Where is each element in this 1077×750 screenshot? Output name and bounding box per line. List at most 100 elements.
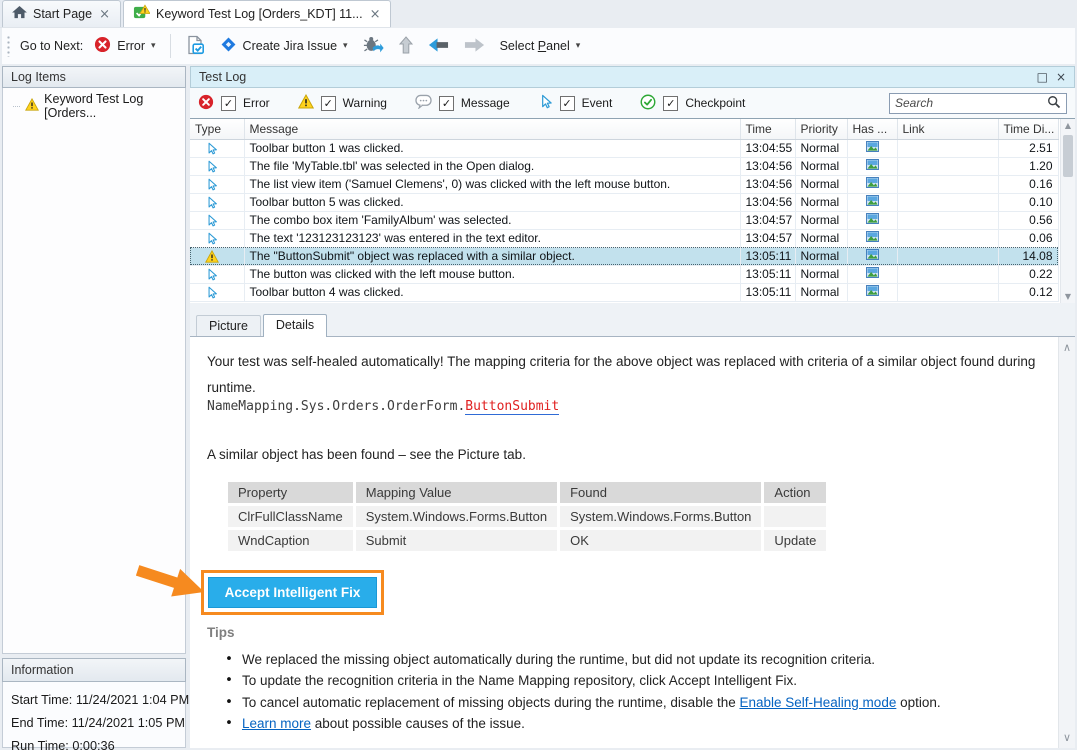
similar-object-message: A similar object has been found – see th… (207, 447, 526, 462)
filter-checkpoint: ✓ Checkpoint (640, 94, 745, 113)
information-title: Information (11, 663, 74, 677)
post-checkpoint-button[interactable] (181, 32, 209, 61)
warning-icon (298, 94, 314, 112)
toolbar: Go to Next: Error ▾ (2, 28, 1075, 64)
enable-self-healing-link[interactable]: Enable Self-Healing mode (739, 695, 896, 710)
tab-keyword-test-log[interactable]: Keyword Test Log [Orders_KDT] 11... × (123, 0, 391, 27)
column-header-type[interactable]: Type (190, 119, 244, 139)
close-icon[interactable]: × (1056, 70, 1066, 84)
property-row: WndCaption Submit OK Update (228, 530, 826, 551)
table-row[interactable]: The button was clicked with the left mou… (190, 265, 1058, 283)
column-header-has-picture[interactable]: Has ... (847, 119, 897, 139)
go-to-next-error-button[interactable]: Error ▾ (90, 33, 159, 59)
chevron-down-icon: ▾ (343, 41, 348, 51)
tab-start-page[interactable]: Start Page × (2, 0, 121, 27)
event-cursor-icon (205, 178, 218, 191)
table-row[interactable]: Toolbar button 5 was clicked.13:04:56Nor… (190, 193, 1058, 211)
close-icon[interactable]: × (98, 8, 111, 21)
details-panel: Your test was self-healed automatically!… (190, 337, 1058, 748)
select-panel-button[interactable]: Select Panel ▾ (496, 36, 585, 56)
table-row[interactable]: The list view item ('Samuel Clemens', 0)… (190, 175, 1058, 193)
self-healed-message: Your test was self-healed automatically!… (207, 349, 1045, 401)
run-time: Run Time: 0:00:36 (11, 735, 185, 750)
picture-icon (866, 249, 879, 263)
jump-to-bug-button[interactable] (359, 32, 388, 60)
maximize-icon[interactable]: □ (1037, 70, 1048, 84)
tab-label: Keyword Test Log [Orders_KDT] 11... (156, 7, 363, 21)
column-header-link[interactable]: Link (897, 119, 998, 139)
tab-picture[interactable]: Picture (196, 315, 261, 336)
mapping-prefix: NameMapping.Sys.Orders.OrderForm. (207, 399, 465, 414)
column-header-time-diff[interactable]: Time Di... (998, 119, 1058, 139)
column-header-message[interactable]: Message (244, 119, 740, 139)
col-action: Action (764, 482, 826, 503)
go-up-button[interactable] (395, 33, 417, 60)
go-back-button[interactable] (424, 34, 453, 59)
table-header-row: Type Message Time Priority Has ... Link … (190, 119, 1058, 139)
event-checkbox[interactable]: ✓ (560, 96, 575, 111)
scroll-down-icon[interactable]: ∨ (1059, 731, 1075, 744)
property-table-header: Property Mapping Value Found Action (228, 482, 826, 503)
column-header-time[interactable]: Time (740, 119, 795, 139)
tip-item: •To update the recognition criteria in t… (225, 670, 941, 691)
col-mapping-value: Mapping Value (356, 482, 557, 503)
document-check-icon (185, 35, 205, 58)
close-icon[interactable]: × (369, 8, 382, 21)
scroll-thumb[interactable] (1063, 135, 1073, 177)
tab-details[interactable]: Details (263, 314, 327, 337)
accept-intelligent-fix-button[interactable]: Accept Intelligent Fix (208, 577, 377, 608)
scroll-up-icon[interactable]: ∧ (1059, 341, 1075, 354)
error-icon (94, 36, 111, 56)
event-cursor-icon (205, 232, 218, 245)
start-time: Start Time: 11/24/2021 1:04 PM (11, 689, 185, 712)
tree-item-keyword-test-log[interactable]: Keyword Test Log [Orders... (3, 88, 185, 124)
search-icon[interactable] (1047, 95, 1061, 112)
mapping-object-link[interactable]: ButtonSubmit (465, 399, 559, 415)
event-cursor-icon (205, 268, 218, 281)
annotation-arrow-icon (136, 559, 208, 603)
property-row: ClrFullClassName System.Windows.Forms.Bu… (228, 506, 826, 527)
details-scrollbar[interactable]: ∧ ∨ (1058, 337, 1075, 748)
table-row[interactable]: Toolbar button 4 was clicked.13:05:11Nor… (190, 283, 1058, 301)
scroll-down-icon[interactable]: ▼ (1061, 292, 1075, 301)
tab-label: Start Page (33, 7, 92, 21)
search-input[interactable] (895, 96, 1047, 110)
picture-icon (866, 213, 879, 227)
go-forward-button[interactable] (460, 34, 489, 59)
tree-item-label: Keyword Test Log [Orders... (44, 92, 183, 120)
create-jira-issue-label: Create Jira Issue (243, 39, 337, 53)
toolbar-grip[interactable] (6, 35, 11, 57)
warning-icon (25, 98, 39, 114)
picture-icon (866, 195, 879, 209)
tip-item: •We replaced the missing object automati… (225, 649, 941, 670)
information-panel: Start Time: 11/24/2021 1:04 PM End Time:… (2, 682, 186, 748)
table-row-selected[interactable]: The "ButtonSubmit" object was replaced w… (190, 247, 1058, 265)
column-header-priority[interactable]: Priority (795, 119, 847, 139)
name-mapping-path: NameMapping.Sys.Orders.OrderForm.ButtonS… (207, 399, 559, 414)
learn-more-link[interactable]: Learn more (242, 716, 311, 731)
log-table: Type Message Time Priority Has ... Link … (190, 119, 1075, 303)
right-arrow-icon (464, 37, 485, 56)
scroll-up-icon[interactable]: ▲ (1061, 121, 1075, 130)
filter-label: Error (243, 96, 270, 110)
filter-label: Message (461, 96, 510, 110)
create-jira-issue-button[interactable]: Create Jira Issue ▾ (216, 33, 352, 59)
checkpoint-icon (640, 94, 656, 113)
message-checkbox[interactable]: ✓ (439, 96, 454, 111)
table-row[interactable]: The text '123123123123' was entered in t… (190, 229, 1058, 247)
table-row[interactable]: Toolbar button 1 was clicked.13:04:55Nor… (190, 139, 1058, 157)
warning-checkbox[interactable]: ✓ (321, 96, 336, 111)
col-found: Found (560, 482, 761, 503)
tips-title: Tips (207, 625, 235, 640)
picture-icon (866, 231, 879, 245)
event-cursor-icon (205, 196, 218, 209)
up-arrow-icon (399, 36, 413, 57)
table-row[interactable]: The file 'MyTable.tbl' was selected in t… (190, 157, 1058, 175)
table-row[interactable]: The combo box item 'FamilyAlbum' was sel… (190, 211, 1058, 229)
error-checkbox[interactable]: ✓ (221, 96, 236, 111)
checkpoint-checkbox[interactable]: ✓ (663, 96, 678, 111)
table-scrollbar[interactable]: ▲ ▼ (1060, 119, 1075, 303)
warning-icon (205, 250, 219, 263)
col-property: Property (228, 482, 353, 503)
event-cursor-icon (538, 94, 553, 112)
